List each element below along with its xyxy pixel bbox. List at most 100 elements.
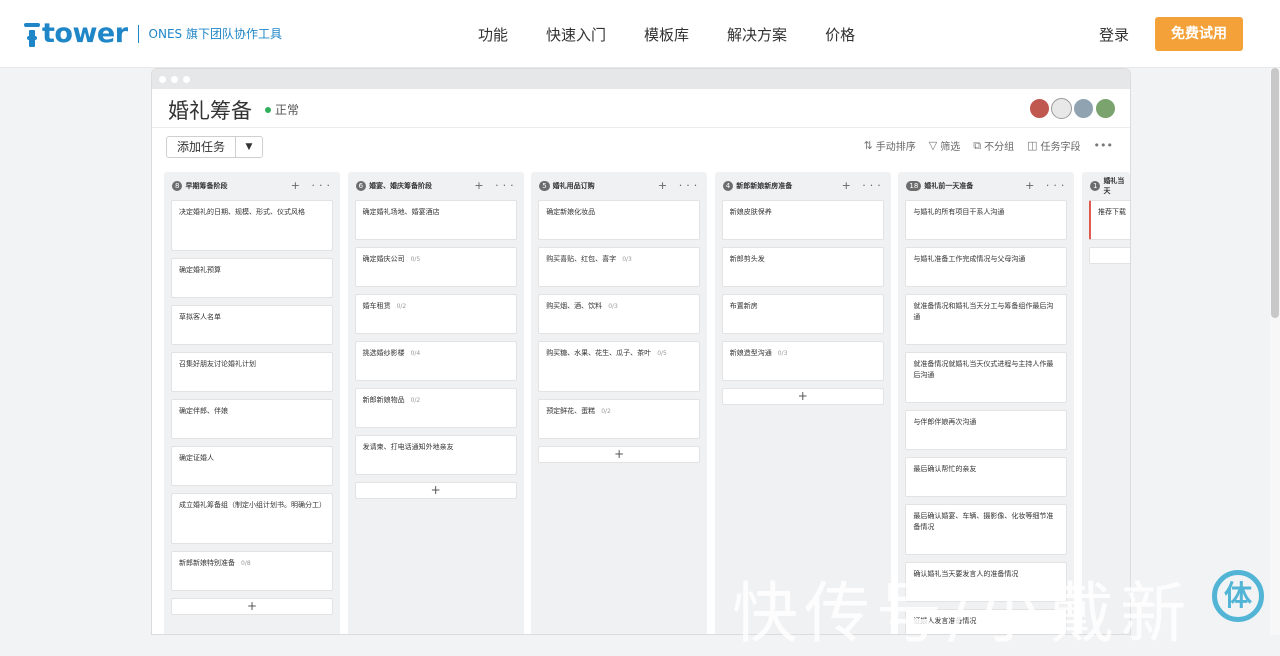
task-card[interactable]: 购买糖、水果、花生、瓜子、茶叶 0/5 [538,341,701,392]
task-card[interactable]: 布置新房 [721,294,884,334]
board-tools: ⇅ 手动排序 ▽ 筛选 ⧉ 不分组 ◫ 任务字段 ••• [851,138,1116,154]
window-dot [183,75,190,83]
task-card-title: 购买喜贴、红包、喜字 [546,255,617,263]
member-avatars [1028,98,1116,119]
group-label: 不分组 [984,142,1015,153]
task-card[interactable]: 决定婚礼的日期、规模、形式、仪式风格 [171,200,333,251]
task-card[interactable]: 成立婚礼筹备组（制定小组计划书。明确分工） [171,493,333,544]
add-card-button[interactable]: + [721,388,884,405]
task-card[interactable]: 最后确认帮忙的亲友 [905,457,1068,497]
column-add-and-more-icon[interactable]: + ··· [658,179,701,192]
add-card-button[interactable]: + [171,598,333,615]
task-card-title: 确定婚礼场地、婚宴酒店 [362,208,440,216]
column-count-badge: 5 [539,181,550,191]
project-status[interactable]: 正常 [265,101,299,118]
column-add-and-more-icon[interactable]: + ··· [474,179,517,192]
nav-item-pricing[interactable]: 价格 [825,24,855,45]
column-header[interactable]: 1 婚礼当天 [1082,172,1130,200]
column-count-badge: 18 [906,181,922,191]
task-card[interactable]: 确定婚礼预算 [171,258,333,298]
filter-tool[interactable]: ▽ 筛选 [929,138,960,153]
task-card-title: 与婚礼准备工作完成情况与父母沟通 [913,255,1026,263]
logo-subtitle: ONES 旗下团队协作工具 [148,27,282,41]
task-card[interactable]: 确定新娘化妆品 [538,200,701,240]
nav-item-quickstart[interactable]: 快速入门 [546,24,606,45]
add-task-button[interactable]: 添加任务 ▼ [166,136,264,158]
task-card-title: 确定伴郎、伴娘 [179,407,228,415]
task-card[interactable]: 购买烟、酒、饮料 0/3 [538,294,701,334]
status-label: 正常 [275,103,300,117]
task-card[interactable]: 确定伴郎、伴娘 [171,399,333,439]
column-title: 婚礼前一天准备 [924,182,974,190]
task-card-title: 新娘皮肤保养 [729,208,772,216]
task-card[interactable]: 与伴郎伴娘再次沟通 [905,410,1068,450]
task-card-title: 就准备情况和婚礼当天分工与筹备组作最后沟通 [913,302,1054,321]
fields-tool[interactable]: ◫ 任务字段 [1027,138,1080,153]
task-card[interactable]: 就准备情况就婚礼当天仪式进程与主持人作最后沟通 [905,352,1068,403]
subtask-progress: 0/2 [396,303,407,310]
task-card[interactable]: 最后确认婚宴、车辆、摄影像、化妆等细节准备情况 [905,504,1068,555]
task-card[interactable]: 与婚礼准备工作完成情况与父母沟通 [905,247,1068,287]
subtask-progress: 0/2 [601,408,611,415]
tower-logo[interactable]: tower ONES 旗下团队协作工具 [24,18,282,49]
column-count-badge: 6 [355,181,367,191]
column-title: 新郎新娘新房准备 [736,182,793,190]
task-card[interactable]: 新娘造型沟通 0/3 [721,341,884,381]
more-tool[interactable]: ••• [1094,139,1116,152]
nav-item-features[interactable]: 功能 [478,24,508,45]
group-tool[interactable]: ⧉ 不分组 [973,138,1015,154]
task-card[interactable]: 新郎新娘特别准备 0/8 [171,551,333,591]
task-card[interactable]: 确定婚庆公司 0/5 [354,247,517,287]
column-title: 婚礼当天 [1103,177,1125,195]
add-card-button[interactable]: + [538,446,701,463]
project-header: 婚礼筹备 正常 [152,89,1130,127]
avatar[interactable] [1095,98,1116,119]
task-card[interactable]: 与婚礼的所有项目干系人沟通 [905,200,1068,240]
login-link[interactable]: 登录 [1099,24,1129,45]
task-card[interactable]: 婚车租赁 0/2 [354,294,517,334]
task-card[interactable]: 购买喜贴、红包、喜字 0/3 [538,247,701,287]
task-card[interactable]: 新郎新娘物品 0/2 [354,388,517,428]
task-card-title: 新娘造型沟通 [729,349,772,357]
column-add-and-more-icon[interactable]: + ··· [291,179,334,192]
project-title: 婚礼筹备 [168,99,252,123]
logo-text: tower [42,18,128,49]
task-card[interactable]: 新娘皮肤保养 [721,200,884,240]
task-card[interactable]: 新郎剪头发 [721,247,884,287]
avatar[interactable] [1029,98,1050,119]
subtask-progress: 0/5 [410,256,421,263]
avatar[interactable] [1073,98,1094,119]
add-card-button[interactable]: + [354,482,517,499]
task-card-title: 确定证婚人 [179,454,214,462]
task-card[interactable]: 预定鲜花、蛋糕 0/2 [538,399,701,439]
task-card[interactable]: 推荐下载 [1088,200,1130,240]
task-card[interactable]: 确定证婚人 [171,446,333,486]
main-nav: 功能 快速入门 模板库 解决方案 价格 [478,0,893,68]
task-card[interactable]: 发请柬、打电话通知外地亲友 [354,435,517,475]
page-scrollbar-thumb[interactable] [1271,68,1279,318]
task-card[interactable]: 就准备情况和婚礼当天分工与筹备组作最后沟通 [905,294,1068,345]
sort-tool[interactable]: ⇅ 手动排序 [864,138,916,153]
window-dot [159,75,166,83]
task-card-title: 新郎剪头发 [729,255,765,263]
free-trial-button[interactable]: 免费试用 [1155,17,1243,51]
subtask-progress: 0/3 [622,256,632,263]
column-add-and-more-icon[interactable]: + ··· [1025,179,1068,192]
app-screenshot-window: 婚礼筹备 正常 添加任务 ▼ ⇅ 手动排序 ▽ 筛选 ⧉ 不分组 ◫ 任务字段 ••• … [151,68,1131,635]
avatar[interactable] [1051,98,1072,119]
task-card[interactable]: 确定婚礼场地、婚宴酒店 [354,200,517,240]
filter-label: 筛选 [940,142,961,153]
task-card[interactable]: 草拟客人名单 [171,305,333,345]
column-add-and-more-icon[interactable]: + ··· [842,179,885,192]
add-card-button[interactable] [1088,247,1130,264]
board-toolbar: 添加任务 ▼ ⇅ 手动排序 ▽ 筛选 ⧉ 不分组 ◫ 任务字段 ••• [152,128,1130,164]
subtask-progress: 0/3 [777,350,788,357]
task-card-title: 布置新房 [729,302,758,310]
nav-item-templates[interactable]: 模板库 [644,24,689,45]
subtask-progress: 0/5 [657,350,667,357]
nav-item-solutions[interactable]: 解决方案 [727,24,787,45]
task-card-title: 决定婚礼的日期、规模、形式、仪式风格 [179,208,305,216]
caret-down-icon[interactable]: ▼ [236,137,262,157]
task-card[interactable]: 召集好朋友讨论婚礼计划 [171,352,333,392]
task-card[interactable]: 挑选婚纱影楼 0/4 [354,341,517,381]
